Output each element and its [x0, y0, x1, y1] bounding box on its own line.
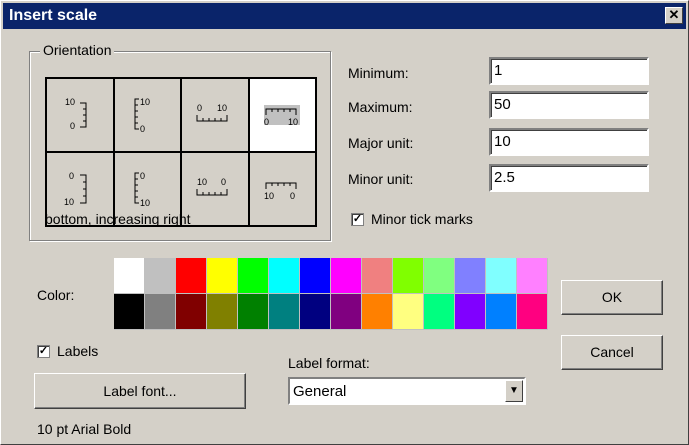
orientation-option-bottom-right[interactable]: 0 10: [248, 78, 316, 152]
color-label: Color:: [37, 287, 75, 303]
color-swatch-25[interactable]: [455, 294, 486, 330]
color-swatch-13[interactable]: [517, 258, 548, 294]
color-swatch-14[interactable]: [114, 294, 145, 330]
labels-checkbox[interactable]: ✓: [37, 345, 50, 358]
color-swatch-19[interactable]: [269, 294, 300, 330]
insert-scale-dialog: Insert scale ✕ Orientation 10 0 10 0 0 1…: [0, 0, 689, 445]
color-swatch-4[interactable]: [238, 258, 269, 294]
tick-label-left: 10: [197, 177, 207, 187]
color-swatch-11[interactable]: [455, 258, 486, 294]
ok-button[interactable]: OK: [561, 280, 663, 315]
color-swatch-1[interactable]: [145, 258, 176, 294]
maximum-label: Maximum:: [348, 99, 413, 115]
label-format-value: General: [293, 383, 347, 400]
font-description: 10 pt Arial Bold: [37, 421, 132, 437]
color-swatch-6[interactable]: [300, 258, 331, 294]
title-bar: Insert scale ✕: [3, 3, 686, 29]
color-swatch-7[interactable]: [331, 258, 362, 294]
label-font-button[interactable]: Label font...: [34, 373, 246, 409]
orientation-option-bottom-left[interactable]: 10 0: [248, 152, 316, 226]
minor-unit-field[interactable]: 2.5: [489, 164, 649, 192]
scale-top-right-icon: 0 10: [196, 103, 228, 122]
orientation-option-vertical-right-up[interactable]: 10 0: [113, 78, 181, 152]
color-swatch-18[interactable]: [238, 294, 269, 330]
color-swatch-23[interactable]: [393, 294, 424, 330]
scale-vertical-left-up-icon: 10 0: [65, 97, 87, 131]
scale-bottom-left-icon: 10 0: [264, 182, 297, 201]
color-swatch-12[interactable]: [486, 258, 517, 294]
color-palette: [114, 258, 548, 330]
scale-bottom-right-icon: 0 10: [264, 105, 301, 127]
orientation-caption: bottom, increasing right: [45, 211, 191, 227]
tick-label-right: 10: [217, 103, 227, 113]
major-unit-label: Major unit:: [348, 135, 414, 151]
labels-label: Labels: [57, 343, 99, 359]
minor-ticks-label: Minor tick marks: [371, 211, 473, 227]
tick-label-top: 10: [65, 97, 75, 107]
tick-label-bottom: 0: [140, 124, 145, 134]
major-unit-field[interactable]: 10: [489, 128, 649, 156]
tick-label-top: 10: [140, 97, 150, 107]
label-format-label: Label format:: [288, 355, 370, 371]
color-swatch-5[interactable]: [269, 258, 300, 294]
tick-label-bottom: 10: [140, 198, 150, 208]
color-swatch-9[interactable]: [393, 258, 424, 294]
tick-label-left: 0: [197, 103, 202, 113]
tick-label-right: 0: [290, 191, 295, 201]
orientation-group: Orientation 10 0 10 0 0 10 0 10 0 10 0 1…: [29, 42, 331, 241]
orientation-option-vertical-left-up[interactable]: 10 0: [46, 78, 114, 152]
scale-top-left-icon: 10 0: [196, 177, 228, 196]
tick-label-top: 0: [69, 171, 74, 181]
minor-ticks-checkbox[interactable]: ✓: [351, 213, 364, 226]
color-swatch-0[interactable]: [114, 258, 145, 294]
color-swatch-22[interactable]: [362, 294, 393, 330]
scale-vertical-left-down-icon: 0 10: [64, 171, 87, 207]
color-swatch-15[interactable]: [145, 294, 176, 330]
tick-label-left: 10: [264, 191, 274, 201]
color-swatch-10[interactable]: [424, 258, 455, 294]
minimum-label: Minimum:: [348, 65, 409, 81]
color-swatch-21[interactable]: [331, 294, 362, 330]
tick-label-bottom: 0: [70, 121, 75, 131]
maximum-field[interactable]: 50: [489, 91, 649, 119]
color-swatch-26[interactable]: [486, 294, 517, 330]
label-format-select[interactable]: General ▼: [288, 377, 526, 405]
tick-label-left: 0: [264, 117, 269, 127]
color-swatch-20[interactable]: [300, 294, 331, 330]
color-swatch-16[interactable]: [176, 294, 207, 330]
color-swatch-24[interactable]: [424, 294, 455, 330]
orientation-grid: 10 0 10 0 0 10 0 10 0 10 0 10 10 0 10 0: [45, 77, 317, 227]
tick-label-bottom: 10: [64, 197, 74, 207]
orientation-option-top-left[interactable]: 10 0: [181, 152, 249, 226]
tick-label-right: 10: [288, 117, 298, 127]
color-swatch-8[interactable]: [362, 258, 393, 294]
cancel-button[interactable]: Cancel: [561, 335, 663, 370]
minor-unit-label: Minor unit:: [348, 171, 414, 187]
dropdown-arrow-icon[interactable]: ▼: [505, 380, 523, 402]
color-swatch-2[interactable]: [176, 258, 207, 294]
tick-label-right: 0: [221, 177, 226, 187]
dialog-title: Insert scale: [9, 7, 98, 24]
color-swatch-17[interactable]: [207, 294, 238, 330]
orientation-option-top-right[interactable]: 0 10: [181, 78, 249, 152]
color-swatch-3[interactable]: [207, 258, 238, 294]
scale-vertical-right-up-icon: 10 0: [134, 97, 150, 134]
minimum-field[interactable]: 1: [489, 57, 649, 85]
color-swatch-27[interactable]: [517, 294, 548, 330]
close-icon[interactable]: ✕: [665, 7, 683, 24]
tick-label-top: 0: [140, 171, 145, 181]
orientation-legend: Orientation: [40, 42, 115, 58]
scale-vertical-right-down-icon: 0 10: [134, 171, 150, 208]
